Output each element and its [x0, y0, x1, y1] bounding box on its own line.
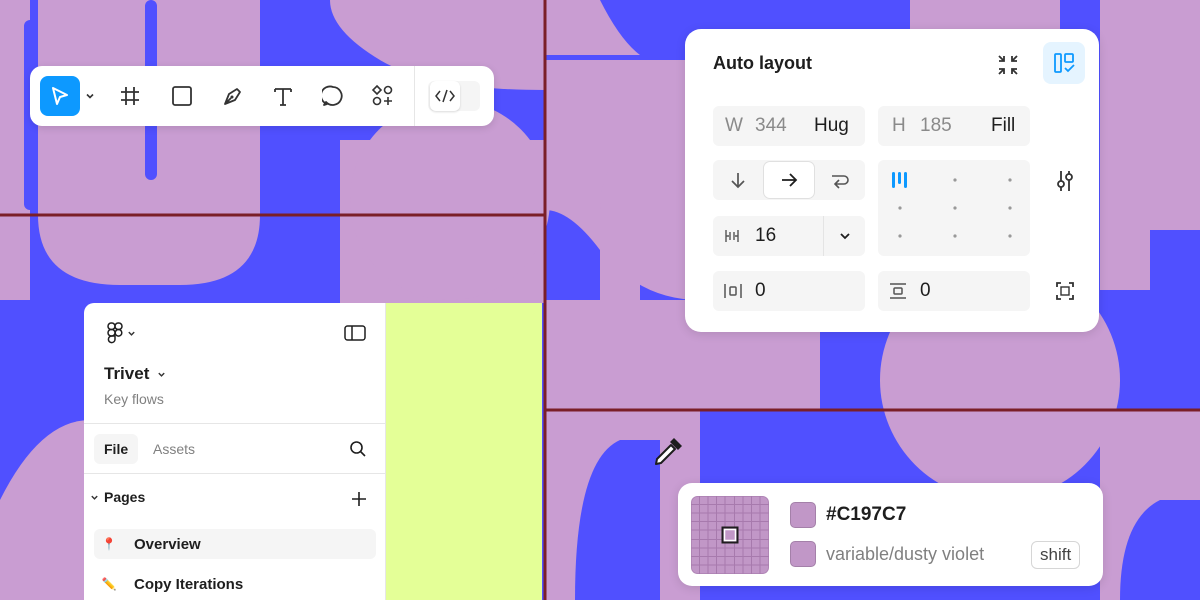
- vertical-padding-value: 0: [920, 280, 931, 301]
- direction-control: [713, 160, 865, 200]
- rectangle-icon: [172, 86, 192, 106]
- pages-header[interactable]: Pages: [90, 489, 145, 505]
- gap-field[interactable]: 16: [713, 216, 865, 256]
- vertical-padding-field[interactable]: 0: [878, 271, 1030, 311]
- divider: [84, 473, 386, 474]
- advanced-settings-button[interactable]: [1047, 163, 1083, 199]
- page-item-overview[interactable]: 📍 Overview: [94, 529, 376, 559]
- project-name: Trivet: [104, 364, 150, 383]
- search-icon: [350, 441, 366, 457]
- arrow-down-icon: [731, 173, 745, 189]
- hex-swatch: [790, 502, 816, 528]
- add-page-button[interactable]: [348, 488, 370, 510]
- shift-key-hint: shift: [1031, 541, 1081, 569]
- main-menu-button[interactable]: [100, 319, 142, 347]
- text-icon: [274, 88, 292, 106]
- tab-file[interactable]: File: [94, 434, 139, 464]
- horizontal-padding-value: 0: [755, 280, 766, 301]
- height-field[interactable]: H 185 Fill: [878, 106, 1030, 146]
- pen-icon: [224, 88, 241, 105]
- rectangle-tool-button[interactable]: [162, 76, 202, 116]
- page-item-copy-iterations[interactable]: ✏️ Copy Iterations: [94, 569, 376, 599]
- layout-grid-check-icon: [1054, 53, 1075, 73]
- search-button[interactable]: [346, 437, 370, 461]
- project-subtitle: Key flows: [104, 391, 164, 407]
- pencil-icon: ✏️: [101, 577, 117, 591]
- move-tool-menu[interactable]: [80, 76, 100, 116]
- code-brackets-icon: [435, 89, 455, 103]
- remove-auto-layout-button[interactable]: [990, 47, 1026, 83]
- auto-layout-panel: Auto layout W 344 Hug H 185 Fill 16 0 0: [685, 29, 1099, 332]
- pin-icon: 📍: [101, 537, 117, 551]
- pixel-loupe: [691, 496, 769, 574]
- comment-icon: [322, 85, 343, 106]
- direction-vertical-button[interactable]: [713, 160, 763, 200]
- lime-frame: [386, 303, 542, 600]
- pages-header-label: Pages: [104, 489, 146, 505]
- resources-tool-button[interactable]: [363, 76, 403, 116]
- toggle-sidebar-button[interactable]: [340, 319, 370, 347]
- dev-mode-toggle[interactable]: [428, 81, 480, 111]
- chevron-down-icon: [91, 495, 98, 500]
- horizontal-padding-field[interactable]: 0: [713, 271, 865, 311]
- height-value: 185: [920, 115, 952, 136]
- resources-icon: [371, 84, 393, 106]
- chevron-down-icon: [158, 372, 166, 377]
- page-item-label: Overview: [134, 535, 201, 553]
- sidebar-icon: [344, 325, 366, 341]
- chevron-down-icon: [86, 93, 94, 99]
- frame-icon: [121, 87, 139, 105]
- comment-tool-button[interactable]: [313, 76, 353, 116]
- direction-wrap-button[interactable]: [815, 160, 865, 200]
- padding-corners-icon: [1056, 282, 1074, 300]
- tab-assets[interactable]: Assets: [153, 434, 195, 464]
- vertical-padding-icon: [890, 283, 906, 299]
- wrap-icon: [832, 175, 849, 189]
- gap-value: 16: [755, 225, 777, 246]
- height-label: H: [892, 115, 906, 136]
- width-mode[interactable]: Hug: [814, 115, 849, 137]
- alignment-grid[interactable]: [878, 160, 1030, 256]
- collapse-arrows-icon: [998, 55, 1018, 75]
- chevron-down-icon: [127, 331, 135, 336]
- gap-dropdown[interactable]: [824, 216, 865, 256]
- project-switcher[interactable]: Trivet: [104, 364, 166, 384]
- hex-value[interactable]: #C197C7: [826, 504, 906, 526]
- tool-toolbar: [30, 66, 494, 126]
- frame-tool-button[interactable]: [110, 76, 150, 116]
- move-tool-button[interactable]: [40, 76, 80, 116]
- chevron-down-icon: [839, 233, 850, 240]
- auto-layout-settings-button[interactable]: [1043, 42, 1085, 84]
- width-value: 344: [755, 115, 787, 136]
- width-label: W: [725, 115, 743, 136]
- figma-logo-icon: [106, 322, 123, 344]
- page-item-label: Copy Iterations: [134, 575, 244, 593]
- divider: [84, 423, 386, 424]
- gap-icon: [725, 230, 739, 242]
- alignment-dots: [892, 172, 1012, 238]
- sliders-icon: [1057, 171, 1073, 191]
- arrow-right-icon: [782, 173, 798, 187]
- move-pointer-icon: [52, 87, 68, 105]
- color-sample-panel: #C197C7 variable/dusty violet shift: [678, 483, 1103, 586]
- auto-layout-title: Auto layout: [713, 53, 812, 73]
- direction-horizontal-button[interactable]: [764, 162, 814, 198]
- eyedropper-cursor-icon: [655, 438, 682, 465]
- individual-padding-button[interactable]: [1047, 273, 1083, 309]
- plus-icon: [352, 492, 366, 506]
- text-tool-button[interactable]: [263, 76, 303, 116]
- variable-swatch: [790, 541, 816, 567]
- variable-name[interactable]: variable/dusty violet: [826, 544, 984, 565]
- width-field[interactable]: W 344 Hug: [713, 106, 865, 146]
- toolbar-divider: [414, 66, 415, 126]
- horizontal-padding-icon: [724, 284, 742, 298]
- pen-tool-button[interactable]: [213, 76, 253, 116]
- file-panel: Trivet Key flows File Assets Pages 📍 Ove…: [84, 303, 386, 600]
- height-mode[interactable]: Fill: [991, 115, 1015, 137]
